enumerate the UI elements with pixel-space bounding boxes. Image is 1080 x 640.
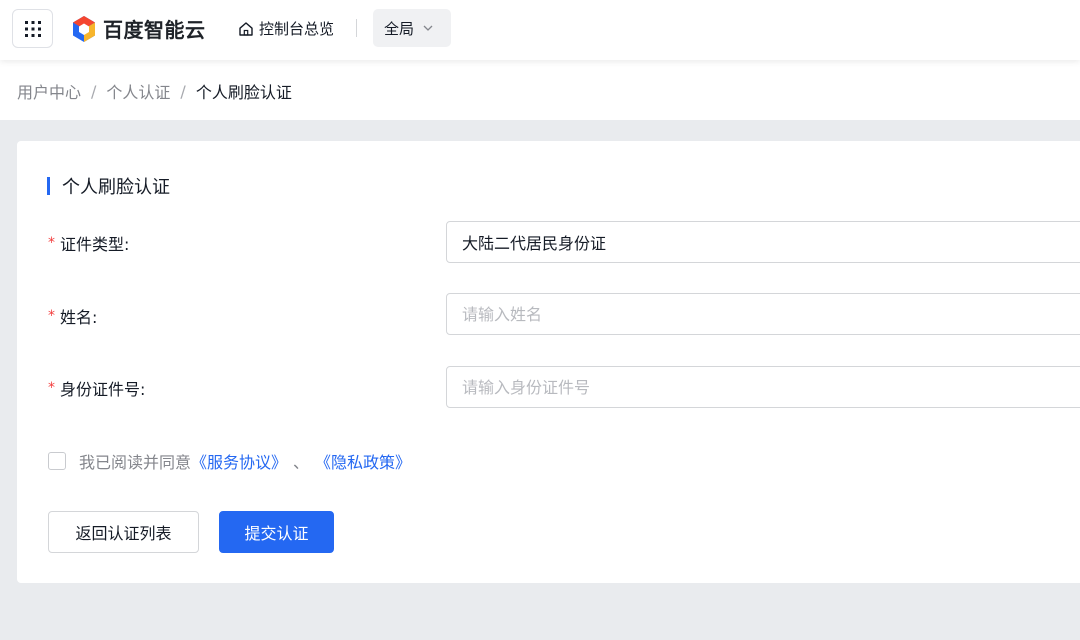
console-overview-link[interactable]: 控制台总览: [238, 18, 334, 39]
region-selector[interactable]: 全局: [373, 9, 451, 47]
breadcrumb-personal-auth[interactable]: 个人认证: [106, 79, 170, 103]
console-overview-label: 控制台总览: [259, 20, 335, 38]
id-number-label-text: 身份证件号:: [60, 380, 146, 399]
breadcrumb: 用户中心 / 个人认证 / 个人刷脸认证: [17, 79, 292, 103]
id-type-select[interactable]: 大陆二代居民身份证: [446, 221, 1080, 263]
name-field-box: [446, 293, 1080, 335]
id-type-label: * 证件类型:: [48, 231, 129, 255]
home-icon: [239, 21, 253, 36]
agreement-text: 我已阅读并同意: [79, 453, 192, 472]
id-number-field-box: [446, 366, 1080, 408]
top-navigation-bar: 百度智能云 控制台总览 全局: [0, 0, 1080, 60]
agreement-separator: 、: [293, 453, 310, 472]
region-label: 全局: [384, 19, 415, 38]
header-divider: [356, 19, 357, 37]
name-input[interactable]: [462, 304, 1080, 324]
name-label-text: 姓名:: [60, 308, 98, 327]
breadcrumb-separator: /: [91, 81, 97, 101]
id-number-label: * 身份证件号:: [48, 376, 145, 400]
breadcrumb-current: 个人刷脸认证: [195, 83, 292, 102]
brand-logo[interactable]: 百度智能云: [71, 14, 206, 43]
submit-button[interactable]: 提交认证: [219, 511, 334, 553]
required-mark: *: [48, 380, 55, 396]
agreement-checkbox[interactable]: [48, 452, 66, 470]
section-title-text: 个人刷脸认证: [62, 177, 170, 198]
name-label: * 姓名:: [48, 304, 97, 328]
apps-menu-button[interactable]: [12, 9, 53, 48]
id-type-label-text: 证件类型:: [60, 235, 130, 254]
breadcrumb-separator: /: [180, 81, 186, 101]
brand-name: 百度智能云: [103, 18, 206, 42]
required-mark: *: [48, 308, 55, 324]
grid-icon: [25, 21, 41, 37]
chevron-down-icon: [423, 25, 433, 31]
section-title: 个人刷脸认证: [47, 173, 170, 199]
agreement-row: 我已阅读并同意 《服务协议》 、 《隐私政策》: [48, 449, 411, 473]
service-agreement-link[interactable]: 《服务协议》: [191, 449, 287, 473]
title-accent-bar: [47, 177, 50, 195]
back-to-list-button[interactable]: 返回认证列表: [48, 511, 199, 553]
id-number-input[interactable]: [462, 377, 1080, 397]
required-mark: *: [48, 235, 55, 251]
logo-icon: [73, 15, 95, 42]
privacy-policy-link[interactable]: 《隐私政策》: [315, 449, 411, 473]
breadcrumb-user-center[interactable]: 用户中心: [17, 79, 81, 103]
id-type-value: 大陆二代居民身份证: [462, 234, 607, 253]
